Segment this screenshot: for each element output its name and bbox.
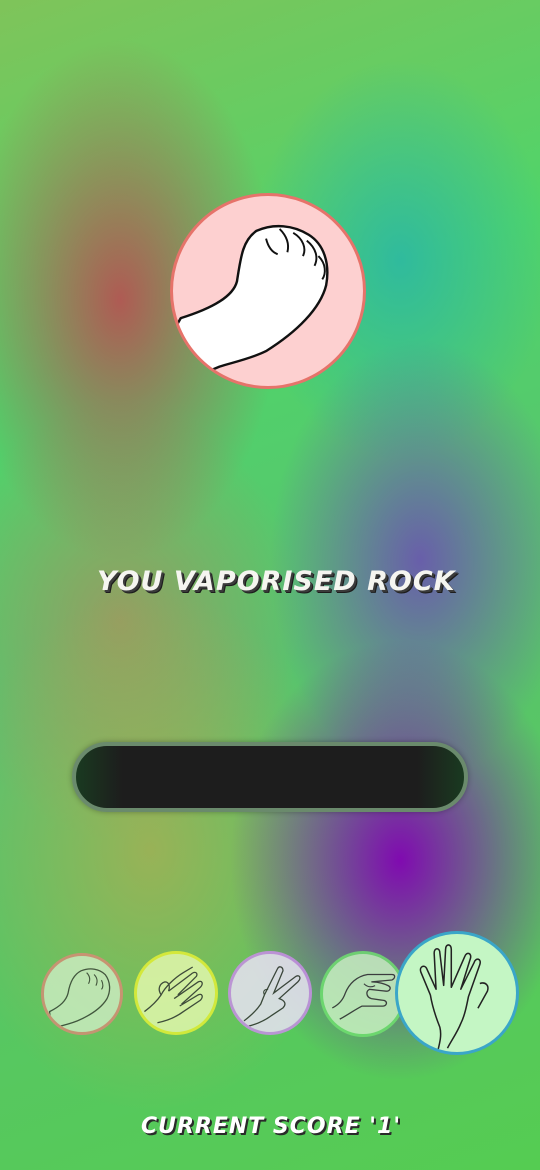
choice-scissors-button[interactable] (228, 951, 312, 1035)
lizard-hand-icon (332, 973, 396, 1020)
choice-paper-button[interactable] (134, 951, 218, 1035)
round-result-text: YOU VAPORISED ROCK (97, 566, 456, 597)
current-score: CURRENT SCORE '1' (0, 1114, 540, 1139)
spock-hand-icon (419, 944, 489, 1051)
computer-choice-rock (170, 193, 366, 389)
choice-rock-button[interactable] (41, 953, 123, 1035)
choice-spock-button[interactable] (395, 931, 519, 1055)
score-value: '1' (369, 1114, 402, 1139)
scissors-hand-icon (243, 966, 301, 1028)
score-label: CURRENT SCORE (140, 1114, 361, 1139)
choice-lizard-button[interactable] (320, 951, 406, 1037)
rock-hand-icon (48, 968, 111, 1030)
rock-hand-icon (173, 224, 329, 386)
round-timer-bar (72, 742, 468, 812)
paper-hand-icon (144, 966, 203, 1024)
